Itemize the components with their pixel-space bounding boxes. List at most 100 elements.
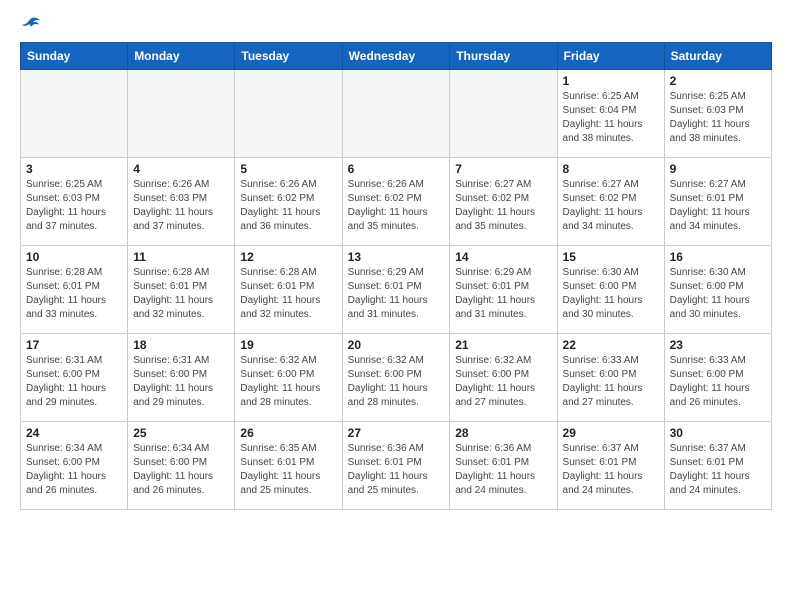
calendar-cell: 21Sunrise: 6:32 AM Sunset: 6:00 PM Dayli… — [450, 334, 557, 422]
day-info: Sunrise: 6:29 AM Sunset: 6:01 PM Dayligh… — [455, 266, 551, 322]
calendar-cell: 24 Sunrise: 6:34 AM Sunset: 6:00 PM Dayli… — [21, 422, 128, 510]
logo-bird-icon — [22, 16, 40, 32]
calendar-cell — [342, 70, 450, 158]
day-number: 23 — [670, 338, 766, 352]
weekday-header-tuesday: Tuesday — [235, 43, 342, 70]
day-number: 13 — [348, 250, 445, 264]
day-info: Sunrise: 6:35 AM Sunset: 6:01 PM Dayligh… — [240, 442, 336, 498]
calendar-cell: 18 Sunrise: 6:31 AM Sunset: 6:00 PM Dayli… — [128, 334, 235, 422]
calendar-cell: 10 Sunrise: 6:28 AM Sunset: 6:01 PM Dayli… — [21, 246, 128, 334]
calendar-cell: 30Sunrise: 6:37 AM Sunset: 6:01 PM Dayli… — [664, 422, 771, 510]
day-number: 24 — [26, 426, 122, 440]
day-info: Sunrise: 6:25 AM Sunset: 6:03 PM Dayligh… — [670, 90, 766, 146]
calendar-cell — [235, 70, 342, 158]
calendar-cell: 20 Sunrise: 6:32 AM Sunset: 6:00 PM Dayli… — [342, 334, 450, 422]
day-number: 8 — [563, 162, 659, 176]
calendar-cell: 2 Sunrise: 6:25 AM Sunset: 6:03 PM Daylig… — [664, 70, 771, 158]
calendar-week-row: 17 Sunrise: 6:31 AM Sunset: 6:00 PM Dayli… — [21, 334, 772, 422]
weekday-header-wednesday: Wednesday — [342, 43, 450, 70]
calendar-cell: 5Sunrise: 6:26 AM Sunset: 6:02 PM Daylig… — [235, 158, 342, 246]
calendar-week-row: 1 Sunrise: 6:25 AM Sunset: 6:04 PM Daylig… — [21, 70, 772, 158]
calendar-cell: 16Sunrise: 6:30 AM Sunset: 6:00 PM Dayli… — [664, 246, 771, 334]
day-info: Sunrise: 6:27 AM Sunset: 6:01 PM Dayligh… — [670, 178, 766, 234]
day-number: 10 — [26, 250, 122, 264]
day-info: Sunrise: 6:25 AM Sunset: 6:04 PM Dayligh… — [563, 90, 659, 146]
day-info: Sunrise: 6:28 AM Sunset: 6:01 PM Dayligh… — [240, 266, 336, 322]
day-number: 2 — [670, 74, 766, 88]
day-number: 26 — [240, 426, 336, 440]
day-number: 17 — [26, 338, 122, 352]
calendar-cell — [450, 70, 557, 158]
day-info: Sunrise: 6:28 AM Sunset: 6:01 PM Dayligh… — [26, 266, 122, 322]
page: SundayMondayTuesdayWednesdayThursdayFrid… — [0, 0, 792, 520]
weekday-header-monday: Monday — [128, 43, 235, 70]
day-number: 7 — [455, 162, 551, 176]
day-info: Sunrise: 6:28 AM Sunset: 6:01 PM Dayligh… — [133, 266, 229, 322]
day-number: 3 — [26, 162, 122, 176]
calendar-cell: 22 Sunrise: 6:33 AM Sunset: 6:00 PM Dayli… — [557, 334, 664, 422]
calendar-week-row: 24 Sunrise: 6:34 AM Sunset: 6:00 PM Dayli… — [21, 422, 772, 510]
calendar-cell: 12 Sunrise: 6:28 AM Sunset: 6:01 PM Dayli… — [235, 246, 342, 334]
calendar-week-row: 3 Sunrise: 6:25 AM Sunset: 6:03 PM Daylig… — [21, 158, 772, 246]
day-number: 15 — [563, 250, 659, 264]
day-number: 12 — [240, 250, 336, 264]
day-number: 11 — [133, 250, 229, 264]
calendar-cell — [128, 70, 235, 158]
day-number: 28 — [455, 426, 551, 440]
day-number: 16 — [670, 250, 766, 264]
calendar-cell: 14 Sunrise: 6:29 AM Sunset: 6:01 PM Dayli… — [450, 246, 557, 334]
day-number: 9 — [670, 162, 766, 176]
calendar-cell: 29Sunrise: 6:37 AM Sunset: 6:01 PM Dayli… — [557, 422, 664, 510]
day-number: 21 — [455, 338, 551, 352]
calendar-cell: 1 Sunrise: 6:25 AM Sunset: 6:04 PM Daylig… — [557, 70, 664, 158]
day-info: Sunrise: 6:32 AM Sunset: 6:00 PM Dayligh… — [348, 354, 445, 410]
day-number: 22 — [563, 338, 659, 352]
day-info: Sunrise: 6:33 AM Sunset: 6:00 PM Dayligh… — [670, 354, 766, 410]
weekday-header-saturday: Saturday — [664, 43, 771, 70]
calendar-cell: 3 Sunrise: 6:25 AM Sunset: 6:03 PM Daylig… — [21, 158, 128, 246]
day-info: Sunrise: 6:26 AM Sunset: 6:02 PM Dayligh… — [240, 178, 336, 234]
day-number: 20 — [348, 338, 445, 352]
day-info: Sunrise: 6:32 AM Sunset: 6:00 PM Dayligh… — [240, 354, 336, 410]
calendar-cell: 15 Sunrise: 6:30 AM Sunset: 6:00 PM Dayli… — [557, 246, 664, 334]
weekday-header-sunday: Sunday — [21, 43, 128, 70]
calendar-cell: 27Sunrise: 6:36 AM Sunset: 6:01 PM Dayli… — [342, 422, 450, 510]
calendar-cell: 9 Sunrise: 6:27 AM Sunset: 6:01 PM Daylig… — [664, 158, 771, 246]
day-number: 14 — [455, 250, 551, 264]
header — [20, 16, 772, 32]
day-number: 6 — [348, 162, 445, 176]
calendar-cell: 11 Sunrise: 6:28 AM Sunset: 6:01 PM Dayli… — [128, 246, 235, 334]
calendar-cell: 6Sunrise: 6:26 AM Sunset: 6:02 PM Daylig… — [342, 158, 450, 246]
calendar: SundayMondayTuesdayWednesdayThursdayFrid… — [20, 42, 772, 510]
day-info: Sunrise: 6:30 AM Sunset: 6:00 PM Dayligh… — [563, 266, 659, 322]
day-info: Sunrise: 6:25 AM Sunset: 6:03 PM Dayligh… — [26, 178, 122, 234]
day-number: 29 — [563, 426, 659, 440]
day-info: Sunrise: 6:36 AM Sunset: 6:01 PM Dayligh… — [455, 442, 551, 498]
calendar-cell: 23 Sunrise: 6:33 AM Sunset: 6:00 PM Dayli… — [664, 334, 771, 422]
day-info: Sunrise: 6:34 AM Sunset: 6:00 PM Dayligh… — [133, 442, 229, 498]
calendar-cell: 26 Sunrise: 6:35 AM Sunset: 6:01 PM Dayli… — [235, 422, 342, 510]
calendar-header-row: SundayMondayTuesdayWednesdayThursdayFrid… — [21, 43, 772, 70]
day-info: Sunrise: 6:27 AM Sunset: 6:02 PM Dayligh… — [455, 178, 551, 234]
day-info: Sunrise: 6:26 AM Sunset: 6:03 PM Dayligh… — [133, 178, 229, 234]
day-number: 4 — [133, 162, 229, 176]
weekday-header-friday: Friday — [557, 43, 664, 70]
day-info: Sunrise: 6:31 AM Sunset: 6:00 PM Dayligh… — [26, 354, 122, 410]
day-number: 27 — [348, 426, 445, 440]
day-info: Sunrise: 6:33 AM Sunset: 6:00 PM Dayligh… — [563, 354, 659, 410]
day-info: Sunrise: 6:31 AM Sunset: 6:00 PM Dayligh… — [133, 354, 229, 410]
day-number: 18 — [133, 338, 229, 352]
calendar-cell: 4 Sunrise: 6:26 AM Sunset: 6:03 PM Daylig… — [128, 158, 235, 246]
day-info: Sunrise: 6:27 AM Sunset: 6:02 PM Dayligh… — [563, 178, 659, 234]
calendar-cell: 13 Sunrise: 6:29 AM Sunset: 6:01 PM Dayli… — [342, 246, 450, 334]
calendar-cell: 25Sunrise: 6:34 AM Sunset: 6:00 PM Dayli… — [128, 422, 235, 510]
calendar-cell: 8 Sunrise: 6:27 AM Sunset: 6:02 PM Daylig… — [557, 158, 664, 246]
calendar-cell — [21, 70, 128, 158]
calendar-cell: 19Sunrise: 6:32 AM Sunset: 6:00 PM Dayli… — [235, 334, 342, 422]
day-number: 1 — [563, 74, 659, 88]
calendar-cell: 17 Sunrise: 6:31 AM Sunset: 6:00 PM Dayli… — [21, 334, 128, 422]
day-info: Sunrise: 6:34 AM Sunset: 6:00 PM Dayligh… — [26, 442, 122, 498]
calendar-cell: 7 Sunrise: 6:27 AM Sunset: 6:02 PM Daylig… — [450, 158, 557, 246]
day-info: Sunrise: 6:29 AM Sunset: 6:01 PM Dayligh… — [348, 266, 445, 322]
weekday-header-thursday: Thursday — [450, 43, 557, 70]
